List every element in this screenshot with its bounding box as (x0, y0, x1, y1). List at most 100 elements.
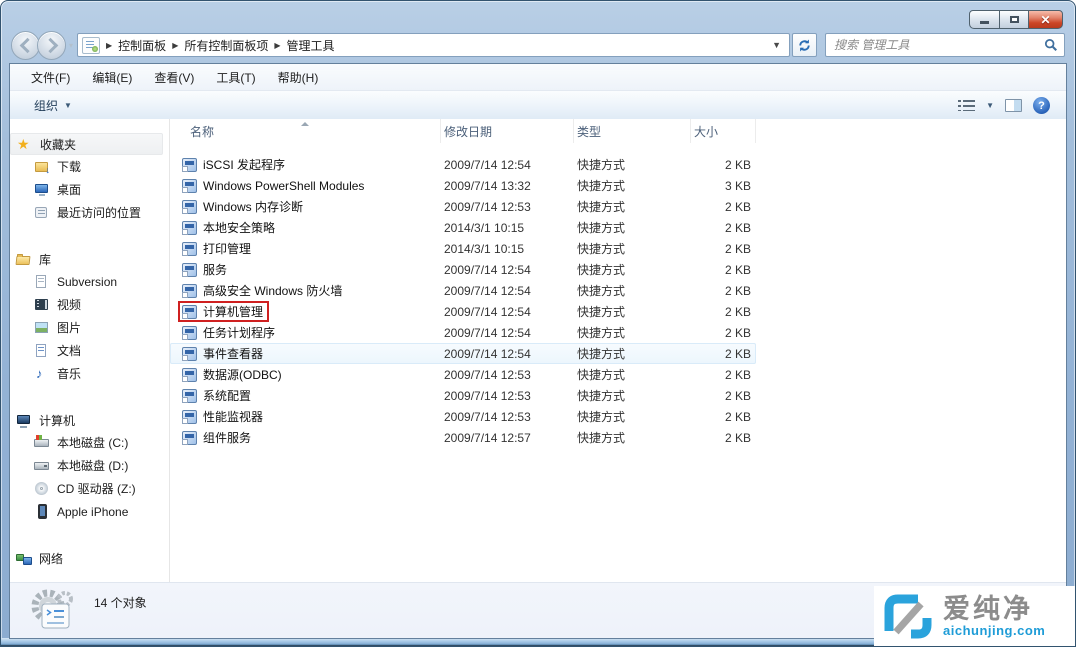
breadcrumb-control-panel[interactable]: 控制面板 (118, 37, 166, 54)
file-date: 2009/7/14 12:53 (441, 389, 574, 403)
file-size: 2 KB (691, 305, 756, 319)
minimize-icon (980, 21, 989, 24)
pictures-icon (34, 320, 50, 335)
admin-tools-icon (82, 37, 100, 54)
views-icon[interactable] (958, 99, 975, 112)
breadcrumb-arrow-icon: ▶ (274, 41, 280, 50)
menu-file[interactable]: 文件(F) (20, 65, 81, 90)
shortcut-icon (182, 263, 197, 277)
breadcrumb-admin-tools[interactable]: 管理工具 (287, 37, 335, 54)
sidebar-item-computer[interactable]: 计算机 (10, 409, 169, 431)
close-button[interactable]: ✕ (1028, 10, 1063, 29)
address-dropdown-icon[interactable]: ▼ (768, 40, 785, 50)
search-box[interactable] (825, 33, 1065, 57)
views-dropdown-icon[interactable]: ▼ (986, 101, 994, 110)
sidebar-group-computer: 计算机 本地磁盘 (C:) 本地磁盘 (D:) CD 驱动器 (Z:) (10, 409, 169, 523)
file-size: 2 KB (691, 242, 756, 256)
sidebar-item-label: 本地磁盘 (C:) (57, 434, 128, 451)
sidebar-item-desktop[interactable]: 桌面 (10, 178, 169, 201)
recent-places-icon (34, 205, 50, 220)
file-size: 2 KB (691, 431, 756, 445)
table-row[interactable]: iSCSI 发起程序 2009/7/14 12:54 快捷方式 2 KB (170, 154, 756, 175)
table-row[interactable]: 任务计划程序 2009/7/14 12:54 快捷方式 2 KB (170, 322, 756, 343)
table-row[interactable]: 本地安全策略 2014/3/1 10:15 快捷方式 2 KB (170, 217, 756, 238)
sidebar-item-pictures[interactable]: 图片 (10, 316, 169, 339)
table-row[interactable]: 性能监视器 2009/7/14 12:53 快捷方式 2 KB (170, 406, 756, 427)
shortcut-icon (182, 158, 197, 172)
sidebar-item-apple-iphone[interactable]: Apple iPhone (10, 500, 169, 523)
shortcut-icon (182, 179, 197, 193)
sidebar-item-videos[interactable]: 视频 (10, 293, 169, 316)
chevron-down-icon: ▼ (64, 101, 72, 110)
help-icon[interactable]: ? (1033, 97, 1050, 114)
back-button[interactable] (11, 31, 40, 60)
sidebar-group-network: 网络 (10, 547, 169, 569)
sidebar-item-recent-places[interactable]: 最近访问的位置 (10, 201, 169, 224)
column-header-type[interactable]: 类型 (574, 119, 691, 143)
file-type: 快捷方式 (574, 198, 691, 215)
file-date: 2009/7/14 12:54 (441, 347, 574, 361)
sidebar-item-disk-d[interactable]: 本地磁盘 (D:) (10, 454, 169, 477)
recent-pages-dropdown-icon[interactable]: ▾ (69, 41, 73, 50)
table-row[interactable]: 打印管理 2014/3/1 10:15 快捷方式 2 KB (170, 238, 756, 259)
sidebar-item-libraries[interactable]: 库 (10, 248, 169, 270)
table-row-event-viewer[interactable]: 事件查看器 2009/7/14 12:54 快捷方式 2 KB (170, 343, 756, 364)
organize-button[interactable]: 组织 ▼ (26, 93, 80, 118)
window-controls: ✕ (969, 10, 1063, 29)
menu-bar: 文件(F) 编辑(E) 查看(V) 工具(T) 帮助(H) (10, 64, 1066, 91)
menu-help[interactable]: 帮助(H) (267, 65, 330, 90)
address-bar[interactable]: ▶ 控制面板 ▶ 所有控制面板项 ▶ 管理工具 ▼ (77, 33, 790, 57)
sidebar-item-label: Subversion (57, 275, 117, 289)
search-input[interactable] (832, 37, 1044, 53)
table-row[interactable]: 数据源(ODBC) 2009/7/14 12:53 快捷方式 2 KB (170, 364, 756, 385)
file-date: 2009/7/14 12:53 (441, 410, 574, 424)
menu-view[interactable]: 查看(V) (143, 65, 205, 90)
file-rows: iSCSI 发起程序 2009/7/14 12:54 快捷方式 2 KB Win… (170, 154, 1066, 448)
minimize-button[interactable] (969, 10, 1000, 29)
table-row[interactable]: Windows PowerShell Modules 2009/7/14 13:… (170, 175, 756, 196)
sidebar-item-documents[interactable]: 文档 (10, 339, 169, 362)
item-count: 14 个对象 (94, 594, 147, 611)
file-size: 2 KB (691, 347, 756, 361)
table-row[interactable]: 服务 2009/7/14 12:54 快捷方式 2 KB (170, 259, 756, 280)
sidebar-item-cd-drive[interactable]: CD 驱动器 (Z:) (10, 477, 169, 500)
refresh-button[interactable] (792, 33, 817, 57)
column-header-date-modified[interactable]: 修改日期 (441, 119, 574, 143)
file-date: 2009/7/14 12:53 (441, 200, 574, 214)
table-row-computer-management[interactable]: 计算机管理 2009/7/14 12:54 快捷方式 2 KB (170, 301, 756, 322)
table-row[interactable]: 系统配置 2009/7/14 12:53 快捷方式 2 KB (170, 385, 756, 406)
forward-button[interactable] (37, 31, 66, 60)
toolbar-right-icons: ▼ ? (958, 97, 1066, 114)
file-name: 任务计划程序 (203, 324, 275, 341)
preview-pane-icon[interactable] (1005, 99, 1022, 112)
file-date: 2009/7/14 12:54 (441, 305, 574, 319)
file-size: 2 KB (691, 263, 756, 277)
file-name: 服务 (203, 261, 227, 278)
sidebar-item-downloads[interactable]: 下载 (10, 155, 169, 178)
shortcut-icon (182, 431, 197, 445)
breadcrumb-arrow-icon: ▶ (106, 41, 112, 50)
maximize-button[interactable] (1000, 10, 1028, 29)
breadcrumb-all-items[interactable]: 所有控制面板项 (184, 37, 268, 54)
file-name: 打印管理 (203, 240, 251, 257)
table-row[interactable]: Windows 内存诊断 2009/7/14 12:53 快捷方式 2 KB (170, 196, 756, 217)
sidebar-item-favorites[interactable]: 收藏夹 (10, 133, 163, 155)
sidebar-item-network[interactable]: 网络 (10, 547, 169, 569)
file-size: 3 KB (691, 179, 756, 193)
file-date: 2009/7/14 12:54 (441, 326, 574, 340)
shortcut-icon (182, 368, 197, 382)
table-row[interactable]: 组件服务 2009/7/14 12:57 快捷方式 2 KB (170, 427, 756, 448)
navigation-bar: ▾ ▶ 控制面板 ▶ 所有控制面板项 ▶ 管理工具 ▼ (11, 31, 1065, 59)
sidebar-item-disk-c[interactable]: 本地磁盘 (C:) (10, 431, 169, 454)
column-header-size[interactable]: 大小 (691, 119, 756, 143)
sidebar-item-label: 文档 (57, 342, 81, 359)
menu-tools[interactable]: 工具(T) (205, 65, 266, 90)
sidebar-item-music[interactable]: 音乐 (10, 362, 169, 385)
back-icon (19, 37, 35, 53)
sidebar-item-label: 收藏夹 (40, 136, 76, 153)
menu-edit[interactable]: 编辑(E) (81, 65, 143, 90)
table-row[interactable]: 高级安全 Windows 防火墙 2009/7/14 12:54 快捷方式 2 … (170, 280, 756, 301)
file-type: 快捷方式 (574, 387, 691, 404)
sidebar-item-subversion[interactable]: Subversion (10, 270, 169, 293)
file-type: 快捷方式 (574, 429, 691, 446)
